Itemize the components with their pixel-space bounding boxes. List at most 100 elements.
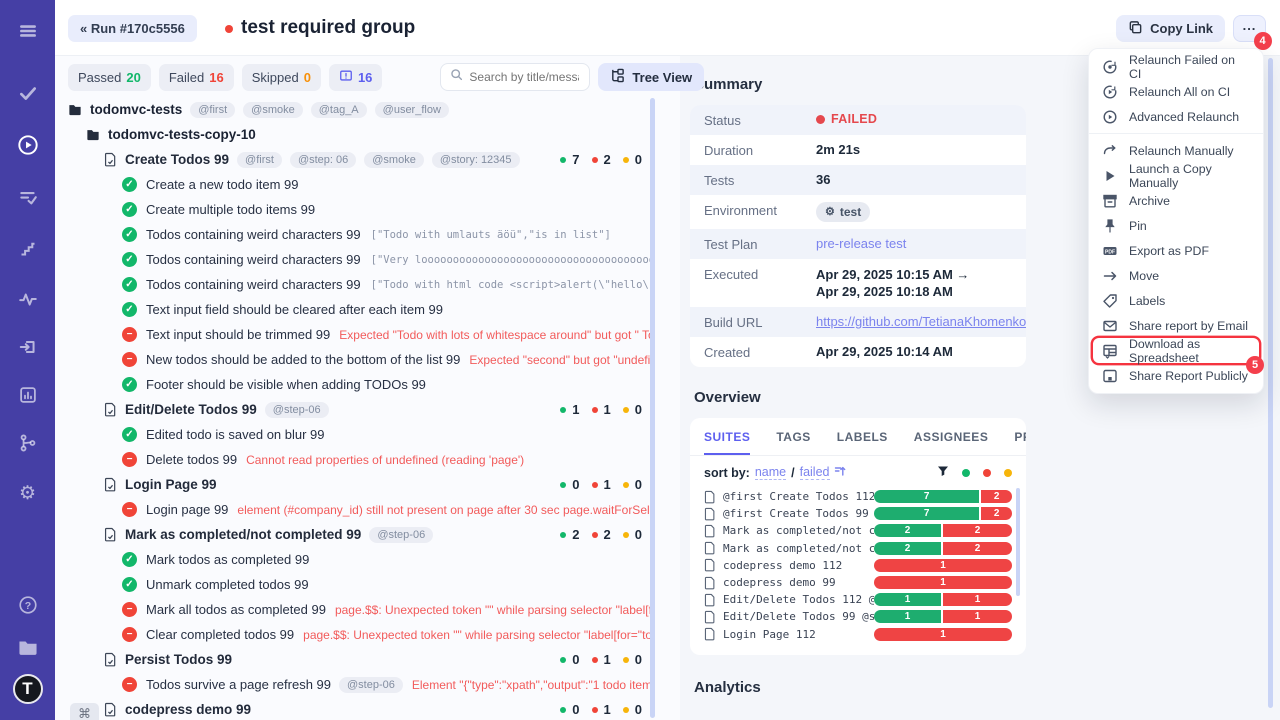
branch-icon[interactable] (0, 424, 55, 462)
activity-icon[interactable] (0, 280, 55, 318)
test-row[interactable]: ✓Todos containing weird characters 99["T… (68, 222, 654, 247)
test-row[interactable]: ✓Text input field should be cleared afte… (68, 297, 654, 322)
checklist-icon[interactable] (0, 178, 55, 216)
buildurl-link[interactable]: https://github.com/TetianaKhomenko/Load-… (816, 314, 1026, 329)
test-row[interactable]: −Mark all todos as completed 99page.$$: … (68, 597, 654, 622)
tag-pill[interactable]: @step-06 (369, 527, 433, 543)
skipped-dot-icon[interactable] (1004, 469, 1012, 477)
tab-priority[interactable]: PRIORITY (1014, 430, 1026, 455)
steps-icon[interactable] (0, 230, 55, 268)
environment-chip[interactable]: ⚙test (816, 202, 870, 222)
overview-suite-row[interactable]: @first Create Todos 99 @step…72 (704, 505, 1012, 522)
test-row[interactable]: ✓Unmark completed todos 99 (68, 572, 654, 597)
gear-icon[interactable]: ⚙ (0, 474, 55, 512)
menu-item-relaunch-manually[interactable]: Relaunch Manually (1093, 138, 1259, 163)
folder-row[interactable]: todomvc-tests-copy-10 (68, 122, 654, 147)
tree-scrollbar[interactable] (650, 98, 655, 718)
menu-item-relaunch-failed-on-ci[interactable]: Relaunch Failed on CI (1093, 54, 1259, 79)
suite-row[interactable]: Create Todos 99@first@step: 06@smoke@sto… (68, 147, 654, 172)
test-row[interactable]: ✓Edited todo is saved on blur 99 (68, 422, 654, 447)
keyboard-shortcut-button[interactable]: ⌘ (70, 703, 99, 720)
overview-suite-row[interactable]: @first Create Todos 112 @ste…72 (704, 488, 1012, 505)
test-row[interactable]: −Clear completed todos 99page.$$: Unexpe… (68, 622, 654, 647)
more-actions-button[interactable]: ... 4 (1233, 15, 1266, 42)
menu-item-move[interactable]: Move (1093, 263, 1259, 288)
filter-funnel-icon[interactable] (937, 465, 949, 480)
test-row[interactable]: ✓Todos containing weird characters 99["T… (68, 272, 654, 297)
menu-icon[interactable] (0, 12, 55, 50)
tree-view-button[interactable]: Tree View (598, 63, 704, 91)
tag-pill[interactable]: @step-06 (265, 402, 329, 418)
tag-pill[interactable]: @smoke (364, 152, 424, 168)
tag-pill[interactable]: @smoke (243, 102, 303, 118)
filter-passed[interactable]: Passed20 (68, 64, 151, 91)
copy-link-button[interactable]: Copy Link (1116, 15, 1225, 42)
filter-skipped[interactable]: Skipped0 (242, 64, 321, 91)
page-scrollbar[interactable] (1268, 58, 1273, 708)
menu-item-export-as-pdf[interactable]: PDFExport as PDF (1093, 238, 1259, 263)
tag-pill[interactable]: @first (190, 102, 235, 118)
menu-item-advanced-relaunch[interactable]: Advanced Relaunch (1093, 104, 1259, 129)
check-icon[interactable] (0, 74, 55, 112)
import-icon[interactable] (0, 328, 55, 366)
menu-item-pin[interactable]: Pin (1093, 213, 1259, 238)
overview-suite-row[interactable]: codepress demo 1121 (704, 557, 1012, 574)
menu-item-labels[interactable]: Labels (1093, 288, 1259, 313)
test-row[interactable]: −Delete todos 99Cannot read properties o… (68, 447, 654, 472)
suite-row[interactable]: Mark as completed/not completed 99@step-… (68, 522, 654, 547)
test-row[interactable]: −Text input should be trimmed 99Expected… (68, 322, 654, 347)
suite-row[interactable]: Persist Todos 99010 (68, 647, 654, 672)
overview-suite-row[interactable]: codepress demo 991 (704, 574, 1012, 591)
filter-failed[interactable]: Failed16 (159, 64, 234, 91)
tag-pill[interactable]: @story: 12345 (432, 152, 520, 168)
menu-item-archive[interactable]: Archive (1093, 188, 1259, 213)
suite-row[interactable]: Edit/Delete Todos 99@step-06110 (68, 397, 654, 422)
menu-item-share-report-publicly[interactable]: Share Report Publicly (1093, 363, 1259, 388)
tab-labels[interactable]: LABELS (837, 430, 888, 455)
tab-suites[interactable]: SUITES (704, 430, 750, 455)
suite-row[interactable]: Login Page 99010 (68, 472, 654, 497)
logo[interactable]: T (0, 670, 55, 708)
folder-row[interactable]: todomvc-tests@first@smoke@tag_A@user_flo… (68, 97, 654, 122)
test-row[interactable]: −Login page 99element (#company_id) stil… (68, 497, 654, 522)
test-row[interactable]: −New todos should be added to the bottom… (68, 347, 654, 372)
test-row[interactable]: ✓Create a new todo item 99 (68, 172, 654, 197)
back-run-button[interactable]: « Run #170c5556 (68, 15, 197, 42)
search-input[interactable] (469, 70, 579, 84)
tag-pill[interactable]: @tag_A (311, 102, 367, 118)
projects-icon[interactable] (0, 628, 55, 666)
tag-pill[interactable]: @user_flow (375, 102, 449, 118)
suite-row[interactable]: codepress demo 99010 (68, 697, 654, 720)
testplan-link[interactable]: pre-release test (816, 236, 906, 251)
tag-pill[interactable]: @step-06 (339, 677, 403, 693)
overview-suite-row[interactable]: Edit/Delete Todos 112 @step-…11 (704, 591, 1012, 608)
filter-comments[interactable]: 16 (329, 64, 382, 91)
menu-item-download-as-spreadsheet[interactable]: Download as Spreadsheet5 (1093, 338, 1259, 363)
sort-direction-icon[interactable] (834, 465, 846, 480)
overview-suite-row[interactable]: Edit/Delete Todos 99 @step-0611 (704, 608, 1012, 625)
menu-item-share-report-by-email[interactable]: Share report by Email (1093, 313, 1259, 338)
overview-scrollbar[interactable] (1016, 488, 1020, 596)
overview-suite-row[interactable]: Mark as completed/not comple…22 (704, 540, 1012, 557)
tag-pill[interactable]: @step: 06 (290, 152, 356, 168)
sort-by-failed-link[interactable]: failed (800, 465, 830, 480)
tab-assignees[interactable]: ASSIGNEES (914, 430, 989, 455)
passed-dot-icon[interactable] (962, 469, 970, 477)
play-circle-icon[interactable] (0, 126, 55, 164)
report-icon[interactable] (0, 376, 55, 414)
menu-item-launch-a-copy-manually[interactable]: Launch a Copy Manually (1093, 163, 1259, 188)
failed-icon: − (122, 327, 137, 342)
tag-pill[interactable]: @first (237, 152, 282, 168)
menu-item-relaunch-all-on-ci[interactable]: Relaunch All on CI (1093, 79, 1259, 104)
test-row[interactable]: ✓Todos containing weird characters 99["V… (68, 247, 654, 272)
overview-suite-row[interactable]: Login Page 1121 (704, 626, 1012, 643)
test-row[interactable]: ✓Footer should be visible when adding TO… (68, 372, 654, 397)
test-row[interactable]: ✓Create multiple todo items 99 (68, 197, 654, 222)
test-row[interactable]: −Todos survive a page refresh 99@step-06… (68, 672, 654, 697)
tab-tags[interactable]: TAGS (776, 430, 810, 455)
help-icon[interactable]: ? (0, 586, 55, 624)
test-row[interactable]: ✓Mark todos as completed 99 (68, 547, 654, 572)
failed-dot-icon[interactable] (983, 469, 991, 477)
overview-suite-row[interactable]: Mark as completed/not comple…22 (704, 522, 1012, 539)
sort-by-name-link[interactable]: name (755, 465, 786, 480)
